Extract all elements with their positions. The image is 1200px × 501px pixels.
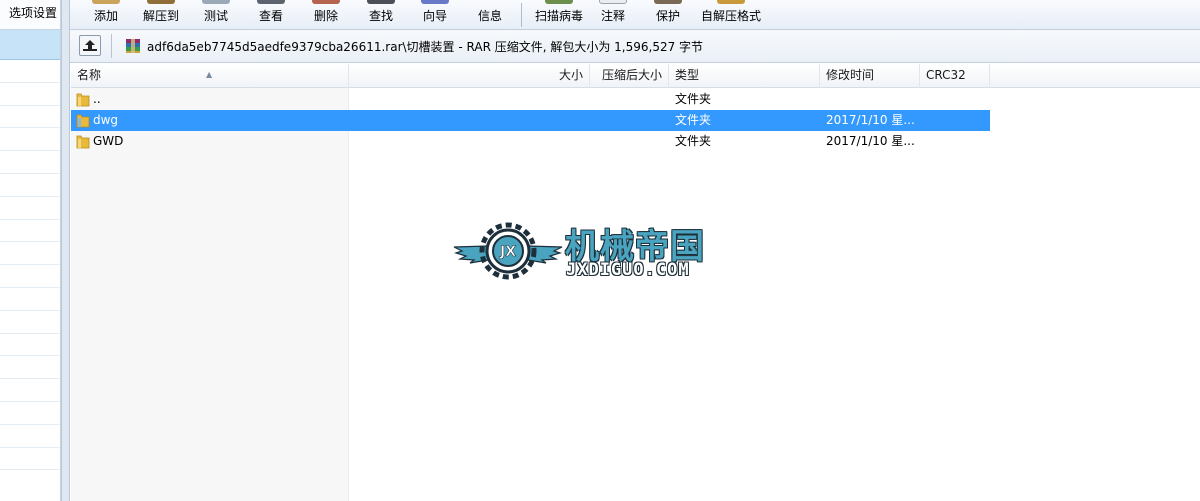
column-type-label: 类型	[675, 68, 700, 82]
left-panel-row[interactable]	[0, 288, 60, 311]
sfx-icon	[717, 0, 745, 4]
left-panel-row[interactable]	[0, 334, 60, 357]
add-button-label: 添加	[93, 9, 118, 23]
column-name-label: 名称	[77, 68, 102, 82]
left-panel-row[interactable]	[0, 106, 60, 129]
add-icon	[92, 0, 120, 4]
left-panel-row[interactable]	[0, 151, 60, 174]
comment-button-label: 注释	[600, 9, 625, 23]
sfx-button-label: 自解压格式	[700, 9, 761, 23]
column-crc32-label: CRC32	[926, 68, 966, 82]
comment-icon	[599, 0, 627, 4]
up-arrow-icon	[83, 40, 97, 51]
up-folder-button[interactable]	[79, 35, 101, 56]
sfx-button[interactable]: 自解压格式	[698, 0, 764, 30]
rar-archive-icon	[126, 39, 140, 53]
file-type: 文件夹	[675, 134, 712, 148]
test-icon	[202, 0, 230, 4]
left-panel-selected-row[interactable]	[0, 30, 60, 60]
gear-wings-logo-icon: JX	[453, 222, 563, 280]
find-icon	[367, 0, 395, 4]
column-modified-label: 修改时间	[826, 68, 875, 82]
info-button-label: 信息	[477, 9, 502, 23]
watermark-english-text: JXDIGUO.COM	[566, 260, 690, 280]
sort-ascending-icon: ▲	[206, 70, 213, 79]
toolbar-separator	[521, 3, 522, 27]
protect-button-label: 保护	[655, 9, 680, 23]
view-button-label: 查看	[258, 9, 283, 23]
info-icon	[476, 0, 504, 4]
extract-to-button-label: 解压到	[142, 9, 179, 23]
find-button[interactable]: 查找	[359, 0, 403, 30]
column-packed-size[interactable]: 压缩后大小	[590, 64, 669, 88]
delete-icon	[312, 0, 340, 4]
protect-button[interactable]: 保护	[646, 0, 690, 30]
find-button-label: 查找	[368, 9, 393, 23]
column-size[interactable]: 大小	[349, 64, 590, 88]
file-list[interactable]: .. 文件夹 dwg 文件夹 2017/1/10 星... GWD 文件夹 20…	[71, 88, 1200, 501]
delete-button-label: 删除	[313, 9, 338, 23]
virus-scan-button-label: 扫描病毒	[534, 9, 583, 23]
watermark-logo: JX 机械帝国 JXDIGUO.COM	[452, 216, 752, 286]
extract-to-button[interactable]: 解压到	[136, 0, 186, 30]
add-button[interactable]: 添加	[84, 0, 128, 30]
column-type[interactable]: 类型	[669, 64, 820, 88]
address-bar-separator	[111, 34, 112, 58]
column-header: 名称 ▲ 大小 压缩后大小 类型 修改时间 CRC32	[71, 64, 1200, 88]
file-modified: 2017/1/10 星...	[826, 113, 915, 127]
address-bar: adf6da5eb7745d5aedfe9379cba26611.rar\切槽装…	[70, 30, 1200, 63]
comment-button[interactable]: 注释	[591, 0, 635, 30]
file-row-parent[interactable]: .. 文件夹	[71, 89, 990, 110]
view-icon	[257, 0, 285, 4]
left-panel-row[interactable]	[0, 242, 60, 266]
column-name[interactable]: 名称 ▲	[71, 64, 349, 88]
panel-splitter[interactable]	[61, 0, 70, 501]
left-panel-row[interactable]	[0, 128, 60, 152]
delete-button[interactable]: 删除	[304, 0, 348, 30]
column-packed-size-label: 压缩后大小	[601, 68, 662, 82]
wizard-button[interactable]: 向导	[413, 0, 457, 30]
folder-icon	[76, 93, 90, 107]
file-name: ..	[93, 92, 101, 106]
file-type: 文件夹	[675, 113, 712, 127]
file-type: 文件夹	[675, 92, 712, 106]
left-panel-row[interactable]	[0, 60, 60, 83]
archive-path[interactable]: adf6da5eb7745d5aedfe9379cba26611.rar\切槽装…	[147, 38, 703, 55]
extract-icon	[147, 0, 175, 4]
left-panel-row[interactable]	[0, 265, 60, 288]
folder-icon	[76, 135, 90, 149]
folder-icon	[76, 114, 90, 128]
file-name: GWD	[93, 134, 124, 148]
left-panel-row[interactable]	[0, 174, 60, 197]
virus-scan-button[interactable]: 扫描病毒	[528, 0, 590, 30]
file-modified: 2017/1/10 星...	[826, 134, 915, 148]
options-settings-item[interactable]: 选项设置	[0, 0, 60, 30]
svg-text:JX: JX	[499, 244, 516, 260]
test-button[interactable]: 测试	[194, 0, 238, 30]
left-panel-row[interactable]	[0, 83, 60, 106]
left-panel-row[interactable]	[0, 197, 60, 220]
view-button[interactable]: 查看	[249, 0, 293, 30]
file-name: dwg	[93, 113, 119, 127]
protect-icon	[654, 0, 682, 4]
file-row-gwd[interactable]: GWD 文件夹 2017/1/10 星...	[71, 131, 990, 152]
virus-scan-icon	[545, 0, 573, 4]
left-panel: 选项设置	[0, 0, 61, 501]
test-button-label: 测试	[203, 9, 228, 23]
left-panel-row[interactable]	[0, 379, 60, 402]
left-panel-row[interactable]	[0, 311, 60, 334]
info-button[interactable]: 信息	[468, 0, 512, 30]
wizard-button-label: 向导	[422, 9, 447, 23]
wizard-icon	[421, 0, 449, 4]
left-panel-row[interactable]	[0, 402, 60, 425]
file-row-dwg[interactable]: dwg 文件夹 2017/1/10 星...	[71, 110, 990, 131]
column-modified[interactable]: 修改时间	[820, 64, 920, 88]
toolbar: 添加 解压到 测试 查看 删除 查找 向导 信息 扫描病毒 注释 保护 自解压格…	[70, 0, 1200, 30]
left-panel-row[interactable]	[0, 448, 60, 471]
left-panel-row[interactable]	[0, 220, 60, 243]
column-size-label: 大小	[558, 68, 583, 82]
left-panel-row[interactable]	[0, 425, 60, 448]
column-crc32[interactable]: CRC32	[920, 64, 990, 88]
left-panel-row[interactable]	[0, 356, 60, 380]
